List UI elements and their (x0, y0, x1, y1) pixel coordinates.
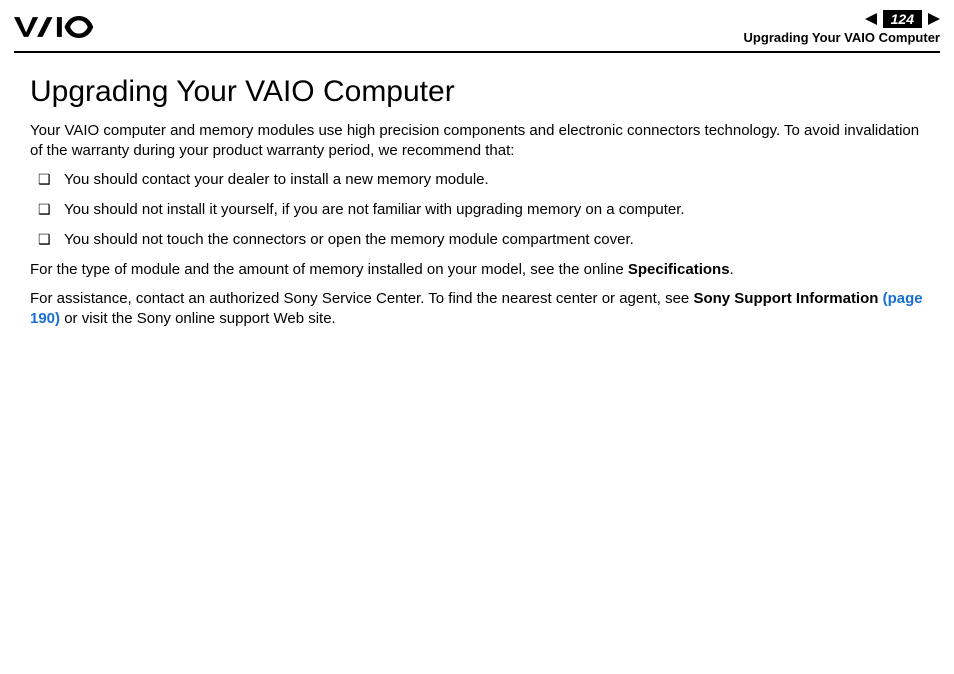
main-content: Upgrading Your VAIO Computer Your VAIO c… (0, 53, 954, 329)
intro-paragraph: Your VAIO computer and memory modules us… (30, 121, 924, 162)
list-item: You should contact your dealer to instal… (30, 170, 924, 190)
page-navigation: 124 (744, 10, 940, 28)
text-run: or visit the Sony online support Web sit… (60, 310, 336, 327)
text-run: For assistance, contact an authorized So… (30, 290, 693, 307)
next-page-arrow-icon[interactable] (928, 13, 940, 25)
recommendation-list: You should contact your dealer to instal… (30, 170, 924, 251)
text-run: . (730, 261, 734, 278)
header-right: 124 Upgrading Your VAIO Computer (744, 10, 940, 45)
page-title: Upgrading Your VAIO Computer (30, 75, 924, 109)
page-number: 124 (883, 10, 922, 28)
breadcrumb: Upgrading Your VAIO Computer (744, 30, 940, 45)
assistance-paragraph: For assistance, contact an authorized So… (30, 289, 924, 330)
list-item: You should not touch the connectors or o… (30, 230, 924, 250)
prev-page-arrow-icon[interactable] (865, 13, 877, 25)
vaio-logo (14, 10, 124, 43)
text-run: For the type of module and the amount of… (30, 261, 628, 278)
list-item: You should not install it yourself, if y… (30, 200, 924, 220)
specifications-paragraph: For the type of module and the amount of… (30, 260, 924, 280)
page-header: 124 Upgrading Your VAIO Computer (0, 0, 954, 49)
document-page: 124 Upgrading Your VAIO Computer Upgradi… (0, 0, 954, 674)
support-info-bold: Sony Support Information (693, 290, 882, 307)
specifications-bold: Specifications (628, 261, 730, 278)
